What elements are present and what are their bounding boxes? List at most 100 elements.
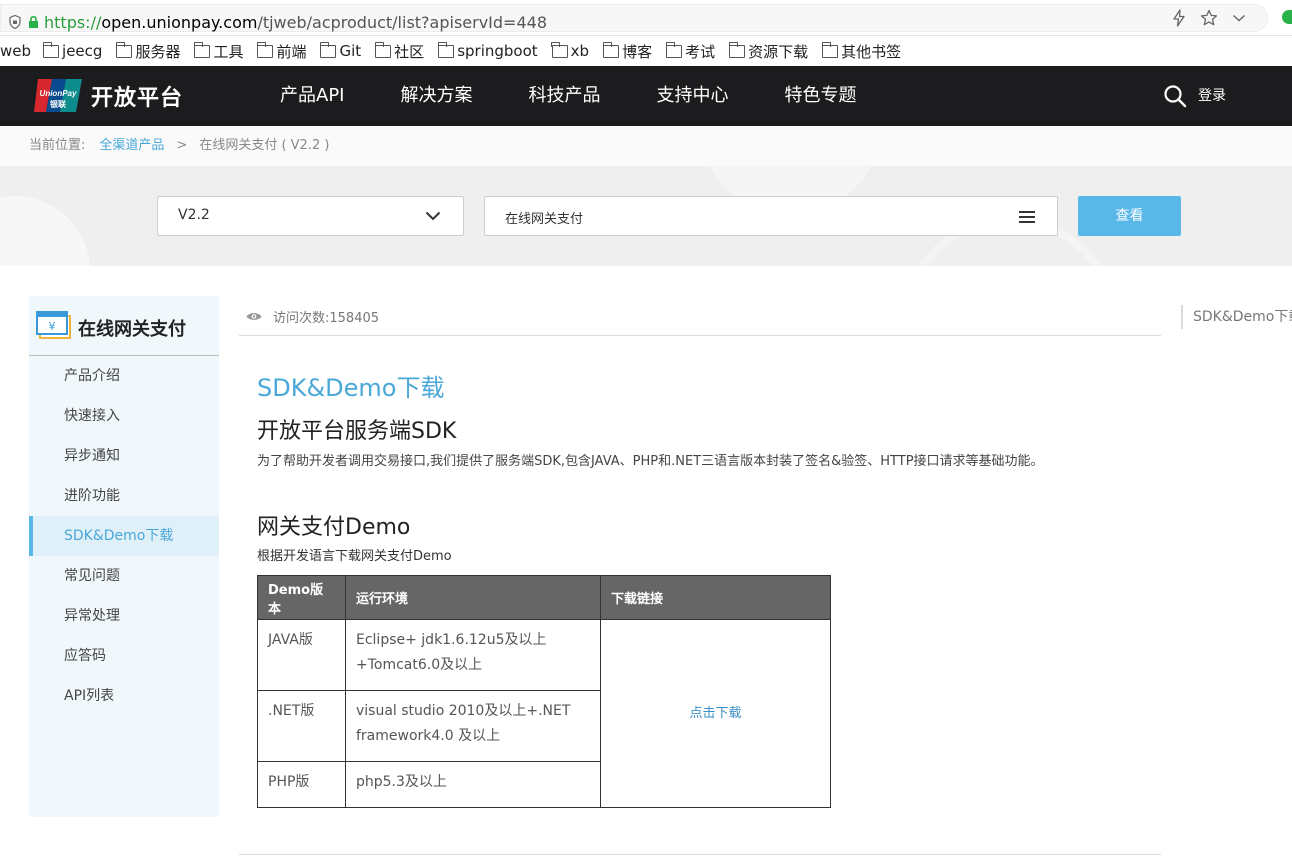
- extension-indicator[interactable]: [1282, 10, 1292, 24]
- site-name[interactable]: 开放平台: [91, 80, 183, 112]
- folder-icon: [821, 41, 839, 58]
- folder-icon: [193, 41, 211, 58]
- breadcrumb-link[interactable]: 全渠道产品: [99, 138, 164, 153]
- column-header-download: 下载链接: [600, 575, 831, 620]
- server-sdk-description: 为了帮助开发者调用交易接口,我们提供了服务端SDK,包含JAVA、PHP和.NE…: [257, 454, 1044, 469]
- url-text: https://open.unionpay.com/tjweb/acproduc…: [44, 13, 547, 32]
- bookmark-folder-servers[interactable]: 服务器: [115, 41, 181, 62]
- bookmark-folder-exam[interactable]: 考试: [665, 41, 715, 62]
- breadcrumb-separator: >: [176, 138, 188, 153]
- nav-item-support[interactable]: 支持中心: [656, 66, 728, 126]
- gateway-demo-heading: 网关支付Demo: [257, 515, 411, 540]
- unionpay-logo[interactable]: UnionPay 银联: [32, 77, 84, 114]
- view-button[interactable]: 查看: [1078, 196, 1181, 236]
- env-line: +Tomcat6.0及以上: [356, 657, 483, 673]
- sidebar-item-async-notify[interactable]: 异步通知: [29, 436, 219, 476]
- sidebar-item-exceptions[interactable]: 异常处理: [29, 596, 219, 636]
- bookmark-folder-jeecg[interactable]: jeecg: [42, 41, 103, 60]
- bookmark-folder-downloads[interactable]: 资源下载: [728, 41, 808, 62]
- bookmark-label: 社区: [394, 42, 425, 61]
- sidebar-item-advanced[interactable]: 进阶功能: [29, 476, 219, 516]
- cell-version: JAVA版: [257, 619, 346, 691]
- breadcrumb: 当前位置: 全渠道产品 > 在线网关支付 ( V2.2 ): [0, 126, 1292, 166]
- sidebar-item-quick-start[interactable]: 快速接入: [29, 396, 219, 436]
- star-icon[interactable]: [1200, 9, 1218, 27]
- bookmark-label: 工具: [213, 42, 244, 61]
- content-divider: [239, 854, 1161, 855]
- search-icon[interactable]: [1163, 84, 1187, 108]
- filter-banner: V2.2 在线网关支付 查看: [0, 166, 1292, 266]
- column-header-version: Demo版本: [257, 575, 346, 620]
- product-select-value: 在线网关支付: [505, 212, 584, 227]
- cell-env: Eclipse+ jdk1.6.12u5及以上 +Tomcat6.0及以上: [345, 619, 601, 691]
- main-nav: 产品API 解决方案 科技产品 支持中心 特色专题: [280, 66, 912, 126]
- nav-item-solutions[interactable]: 解决方案: [400, 66, 472, 126]
- bookmark-folder-springboot[interactable]: springboot: [437, 41, 538, 60]
- browser-address-bar: https://open.unionpay.com/tjweb/acproduc…: [0, 0, 1292, 36]
- bookmark-label: 服务器: [135, 42, 181, 61]
- cell-version: .NET版: [257, 690, 346, 762]
- table-header-row: Demo版本 运行环境 下载链接: [257, 575, 831, 620]
- shield-icon: [9, 15, 21, 29]
- folder-icon: [551, 41, 568, 58]
- folder-icon: [437, 41, 455, 58]
- env-line: Eclipse+ jdk1.6.12u5及以上: [356, 632, 547, 648]
- bookmark-label: 博客: [622, 42, 653, 61]
- eye-icon: [246, 313, 262, 320]
- bookmark-folder-community[interactable]: 社区: [374, 41, 425, 62]
- folder-icon: [602, 41, 620, 58]
- gateway-demo-description: 根据开发语言下载网关支付Demo: [257, 549, 452, 564]
- folder-icon: [728, 41, 746, 58]
- cell-version: PHP版: [257, 761, 346, 808]
- bookmark-label: xb: [570, 42, 590, 60]
- bookmark-folder-frontend[interactable]: 前端: [256, 41, 307, 62]
- login-link[interactable]: 登录: [1198, 86, 1226, 106]
- bookmark-web[interactable]: web: [0, 42, 31, 60]
- lightning-icon[interactable]: [1170, 9, 1188, 27]
- lock-icon: [29, 16, 38, 28]
- breadcrumb-prefix: 当前位置:: [29, 138, 86, 153]
- bookmark-folder-tools[interactable]: 工具: [193, 41, 244, 62]
- sidebar-item-api-list[interactable]: API列表: [29, 676, 219, 716]
- bookmark-label: 其他书签: [841, 42, 902, 61]
- sidebar-item-faq[interactable]: 常见问题: [29, 556, 219, 596]
- cell-env: php5.3及以上: [345, 761, 601, 808]
- bookmark-folder-blog[interactable]: 博客: [602, 41, 653, 62]
- sidebar-item-response-codes[interactable]: 应答码: [29, 636, 219, 676]
- env-line: visual studio 2010及以上+.NET: [356, 703, 571, 719]
- nav-item-topics[interactable]: 特色专题: [784, 66, 856, 126]
- version-select[interactable]: V2.2: [157, 196, 464, 236]
- bookmark-label: jeecg: [62, 42, 103, 60]
- payment-window-icon: ¥: [36, 311, 71, 339]
- folder-icon: [256, 41, 274, 58]
- svg-text:银联: 银联: [49, 99, 66, 109]
- chevron-down-icon: [425, 211, 441, 221]
- sidebar-item-sdk-demo[interactable]: SDK&Demo下载: [29, 516, 219, 556]
- nav-item-product-api[interactable]: 产品API: [280, 66, 344, 126]
- bookmark-label: springboot: [457, 42, 538, 60]
- site-header: UnionPay 银联 开放平台 产品API 解决方案 科技产品 支持中心 特色…: [0, 66, 1292, 126]
- download-link[interactable]: 点击下载: [689, 706, 741, 721]
- table-row: JAVA版 Eclipse+ jdk1.6.12u5及以上 +Tomcat6.0及…: [257, 619, 831, 808]
- visit-count-text: 访问次数:158405: [273, 311, 380, 326]
- bookmark-folder-git[interactable]: Git: [319, 41, 362, 60]
- product-select[interactable]: 在线网关支付: [484, 196, 1058, 236]
- env-line: php5.3及以上: [356, 774, 447, 790]
- section-title: SDK&Demo下载: [257, 374, 445, 402]
- demo-table: Demo版本 运行环境 下载链接 JAVA版 Eclipse+ jdk1.6.1…: [257, 575, 831, 808]
- sidebar-item-intro[interactable]: 产品介绍: [29, 356, 219, 396]
- bookmark-folder-other[interactable]: 其他书签: [821, 41, 902, 62]
- chevron-down-icon[interactable]: [1230, 9, 1248, 27]
- page-anchor-link[interactable]: SDK&Demo下载: [1181, 305, 1292, 329]
- nav-item-tech-products[interactable]: 科技产品: [528, 66, 600, 126]
- url-field[interactable]: https://open.unionpay.com/tjweb/acproduc…: [0, 4, 1268, 32]
- bookmark-label: 前端: [276, 42, 307, 61]
- sidebar-title: 在线网关支付: [78, 319, 186, 340]
- bookmark-label: Git: [339, 42, 362, 60]
- visit-counter: 访问次数:158405: [239, 296, 1161, 336]
- sidebar: ¥ 在线网关支付 产品介绍 快速接入 异步通知 进阶功能 SDK&Demo下载 …: [29, 296, 219, 817]
- bookmark-folder-xb[interactable]: xb: [551, 41, 590, 60]
- cell-env: visual studio 2010及以上+.NET framework4.0 及…: [345, 690, 601, 762]
- breadcrumb-current: 在线网关支付 ( V2.2 ): [199, 138, 330, 153]
- svg-text:¥: ¥: [49, 320, 56, 333]
